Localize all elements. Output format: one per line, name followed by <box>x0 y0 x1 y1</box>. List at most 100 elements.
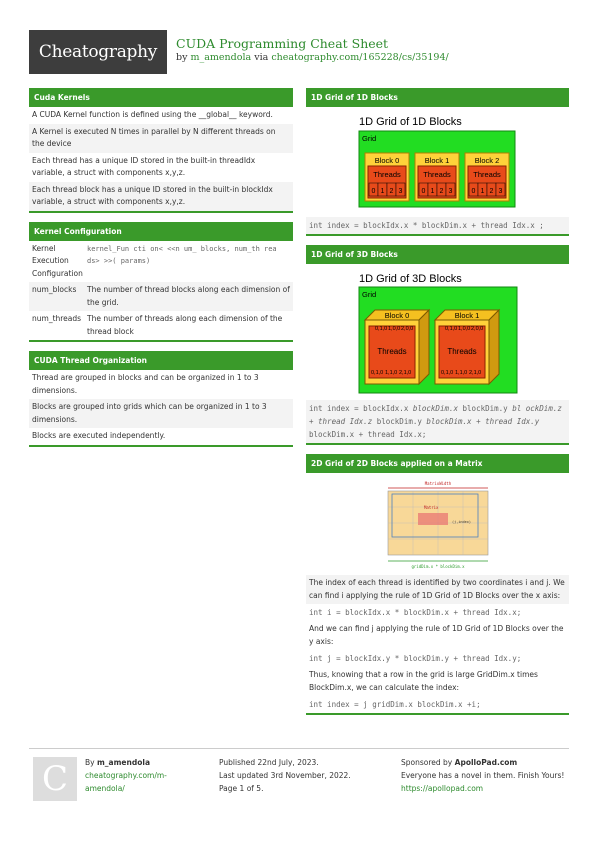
row-key: Kernel Execution Configuration <box>32 243 83 278</box>
block-label: Block 0 <box>384 311 409 320</box>
section-heading: 2D Grid of 2D Blocks applied on a Matrix <box>306 454 569 473</box>
table-row: Kernel Execution Configuration kernel_Fu… <box>29 241 293 283</box>
row-key: num_blocks <box>32 285 77 294</box>
section-kernel-configuration: Kernel Configuration Kernel Execution Co… <box>29 221 293 342</box>
thread-id: 1,0,0 <box>388 326 400 332</box>
matrix-inner-label: Matrix <box>424 505 439 510</box>
thread-id: 3 <box>498 188 502 195</box>
section-heading: CUDA Thread Organization <box>29 351 293 370</box>
sponsor-url[interactable]: https://apollopad.com <box>401 782 569 795</box>
sponsored-label: Sponsored by <box>401 758 453 767</box>
row-value: The number of threads along each dimensi… <box>87 314 283 336</box>
grid-3d-diagram: 1D Grid of 3D Blocks Grid Block 0 0,1,0 … <box>358 273 517 394</box>
thread-id: 2,0,0 <box>401 326 413 332</box>
list-item: Blocks are executed independently. <box>29 428 293 447</box>
page-footer: C By m_amendola cheatography.com/m-amend… <box>29 748 569 808</box>
page-number: Page 1 of 5. <box>219 784 264 793</box>
row-value: The number of thread blocks along each d… <box>87 285 290 307</box>
section-2d-grid-matrix: 2D Grid of 2D Blocks applied on a Matrix… <box>306 454 569 715</box>
section-cuda-kernels: Cuda Kernels A CUDA Kernel function is d… <box>29 88 293 213</box>
thread-id: 1 <box>430 188 434 195</box>
threads-label: Threads <box>473 170 501 179</box>
index-label: (j,index) <box>452 520 471 524</box>
footer-author-url[interactable]: cheatography.com/m-amendola/ <box>85 769 185 795</box>
threads-label: Threads <box>373 170 401 179</box>
thread-id: 1 <box>380 188 384 195</box>
sponsor-name[interactable]: ApolloPad.com <box>455 758 518 767</box>
diagram-title: 1D Grid of 1D Blocks <box>359 116 462 128</box>
block-label: Block 0 <box>374 156 399 165</box>
matrix-width-label: MatrixWidth <box>424 481 451 486</box>
author-link[interactable]: m_amendola <box>190 52 251 63</box>
threads-label: Threads <box>423 170 451 179</box>
thread-id: 2,1,0 <box>399 370 411 376</box>
footer-author: By m_amendola cheatography.com/m-amendol… <box>85 756 185 795</box>
matrix-diagram: MatrixWidth Matrix (j,index) gridDim.x *… <box>387 481 488 569</box>
cheatography-logo[interactable]: Cheatography <box>29 30 167 74</box>
section-heading: Cuda Kernels <box>29 88 293 107</box>
thread-id: 2,1,0 <box>469 370 481 376</box>
block-label: Block 1 <box>424 156 449 165</box>
section-heading: 1D Grid of 3D Blocks <box>306 245 569 264</box>
by-label: By <box>85 758 95 767</box>
thread-id: 0 <box>371 188 375 195</box>
block-0: Block 0 Threads 0 1 2 3 <box>364 152 409 202</box>
thread-id: 0,1,0 <box>445 326 457 332</box>
thread-id: 0 <box>471 188 475 195</box>
section-heading: 1D Grid of 1D Blocks <box>306 88 569 107</box>
thread-id: 1 <box>480 188 484 195</box>
footer-sponsor: Sponsored by ApolloPad.com Everyone has … <box>401 756 569 795</box>
page-header: Cheatography CUDA Programming Cheat Shee… <box>29 30 569 74</box>
thread-id: 0 <box>421 188 425 195</box>
list-item: Blocks are grouped into grids which can … <box>29 399 293 428</box>
code-snippet: int j = blockIdx.y * blockDim.y + thread… <box>309 654 522 663</box>
explanation-text: The index of each thread is identified b… <box>306 575 569 604</box>
threads-label: Threads <box>447 347 476 356</box>
code-snippet: int index = blockIdx.x * blockDim.x + th… <box>306 217 569 236</box>
list-item: A CUDA Kernel function is defined using … <box>32 110 273 119</box>
code-snippet: int i = blockIdx.x * blockDim.x + thread… <box>309 608 522 617</box>
footer-dates: Published 22nd July, 2023. Last updated … <box>219 756 351 795</box>
left-column: Cuda Kernels A CUDA Kernel function is d… <box>29 88 293 456</box>
footer-author-name[interactable]: m_amendola <box>97 758 150 767</box>
via-label: via <box>254 52 269 63</box>
list-item: Each thread block has a unique ID stored… <box>29 181 293 213</box>
row-value: kernel_Fun cti on< <<n um_ blocks, num_t… <box>87 244 277 266</box>
block-2: Block 2 Threads 0 1 2 3 <box>464 152 509 202</box>
block-label: Block 1 <box>454 311 479 320</box>
updated-date: Last updated 3rd November, 2022. <box>219 771 351 780</box>
explanation-text: And we can find j applying the rule of 1… <box>309 624 564 646</box>
thread-id: 3 <box>398 188 402 195</box>
thread-id: 0,1,0 <box>371 370 383 376</box>
thread-id: 1,1,0 <box>385 370 397 376</box>
thread-id: 1,0,0 <box>458 326 470 332</box>
section-thread-organization: CUDA Thread Organization Thread are grou… <box>29 351 293 447</box>
row-key: num_threads <box>32 314 82 323</box>
highlight-row <box>417 513 448 525</box>
page-title: CUDA Programming Cheat Sheet <box>176 36 389 51</box>
section-heading: Kernel Configuration <box>29 221 293 241</box>
code-snippet: int index = j gridDim.x blockDim.x +i; <box>306 696 569 715</box>
diagram-1d-grid: 1D Grid of 1D Blocks Grid Block 0 Thread… <box>306 107 569 217</box>
table-row: num_blocks The number of thread blocks a… <box>29 282 293 311</box>
diagram-matrix: MatrixWidth Matrix (j,index) gridDim.x *… <box>306 473 569 575</box>
thread-id: 2 <box>439 188 443 195</box>
table-row: num_threads The number of threads along … <box>29 311 293 342</box>
grid-label: Grid <box>362 290 376 299</box>
by-label: by <box>176 52 188 63</box>
sheet-url-link[interactable]: cheatography.com/165228/cs/35194/ <box>271 52 448 63</box>
diagram-title: 1D Grid of 3D Blocks <box>359 273 462 285</box>
published-date: Published 22nd July, 2023. <box>219 758 319 767</box>
list-item: Each thread has a unique ID stored in th… <box>32 155 256 178</box>
threads-label: Threads <box>377 347 406 356</box>
thread-id: 3 <box>448 188 452 195</box>
code-snippet: int index = blockIdx.x blockDim.x blockD… <box>306 400 569 445</box>
section-1d-grid-1d-blocks: 1D Grid of 1D Blocks 1D Grid of 1D Block… <box>306 88 569 236</box>
grid-1d-diagram: 1D Grid of 1D Blocks Grid Block 0 Thread… <box>358 116 515 208</box>
list-item: Thread are grouped in blocks and can be … <box>32 373 259 395</box>
explanation-text: Thus, knowing that a row in the grid is … <box>309 670 538 692</box>
byline: by m_amendola via cheatography.com/16522… <box>176 52 449 63</box>
author-avatar[interactable]: C <box>33 757 77 801</box>
block-1: Block 1 Threads 0 1 2 3 <box>414 152 459 202</box>
thread-id: 2 <box>489 188 493 195</box>
